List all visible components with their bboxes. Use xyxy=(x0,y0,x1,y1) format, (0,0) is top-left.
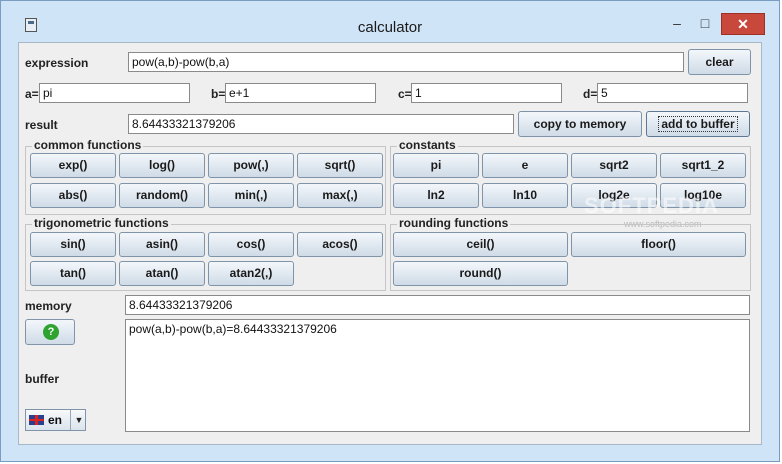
variable-b-label: b= xyxy=(211,87,226,101)
help-icon: ? xyxy=(43,324,59,340)
log-button[interactable]: log() xyxy=(119,153,205,178)
add-to-buffer-button[interactable]: add to buffer xyxy=(646,111,750,137)
minimize-button[interactable]: – xyxy=(664,13,690,35)
window-title: calculator xyxy=(357,19,423,36)
ceil-button[interactable]: ceil() xyxy=(393,232,568,257)
result-label: result xyxy=(25,118,58,132)
variable-b-input[interactable]: e+1 xyxy=(225,83,376,103)
random-button[interactable]: random() xyxy=(119,183,205,208)
abs-button[interactable]: abs() xyxy=(30,183,116,208)
calculator-window: calculator – □ ✕ expression pow(a,b)-pow… xyxy=(0,0,780,462)
e-button[interactable]: e xyxy=(482,153,568,178)
round-button[interactable]: round() xyxy=(393,261,568,286)
ln10-button[interactable]: ln10 xyxy=(482,183,568,208)
trigonometric-functions-title: trigonometric functions xyxy=(32,216,171,230)
rounding-functions-title: rounding functions xyxy=(397,216,511,230)
variable-c-input[interactable]: 1 xyxy=(411,83,562,103)
buffer-textarea[interactable]: pow(a,b)-pow(b,a)=8.64433321379206 xyxy=(125,319,750,432)
max-button[interactable]: max(,) xyxy=(297,183,383,208)
cos-button[interactable]: cos() xyxy=(208,232,294,257)
copy-to-memory-button[interactable]: copy to memory xyxy=(518,111,642,137)
variable-d-input[interactable]: 5 xyxy=(597,83,748,103)
memory-field[interactable]: 8.64433321379206 xyxy=(125,295,750,315)
atan2-button[interactable]: atan2(,) xyxy=(208,261,294,286)
variable-a-input[interactable]: pi xyxy=(39,83,190,103)
softpedia-watermark: SOFTPEDIA xyxy=(584,193,719,218)
calculator-panel: expression pow(a,b)-pow(b,a) clear a= pi… xyxy=(18,42,762,445)
expression-label: expression xyxy=(25,56,89,70)
sqrt2-button[interactable]: sqrt2 xyxy=(571,153,657,178)
maximize-button[interactable]: □ xyxy=(692,13,718,35)
language-value: en xyxy=(48,413,63,427)
tan-button[interactable]: tan() xyxy=(30,261,116,286)
variable-d-label: d= xyxy=(583,87,598,101)
constants-title: constants xyxy=(397,138,458,152)
language-select[interactable]: en ▼ xyxy=(25,409,86,431)
min-button[interactable]: min(,) xyxy=(208,183,294,208)
asin-button[interactable]: asin() xyxy=(119,232,205,257)
atan-button[interactable]: atan() xyxy=(119,261,205,286)
acos-button[interactable]: acos() xyxy=(297,232,383,257)
uk-flag-icon xyxy=(29,415,44,425)
result-field[interactable]: 8.64433321379206 xyxy=(128,114,514,134)
expression-input[interactable]: pow(a,b)-pow(b,a) xyxy=(128,52,684,72)
add-to-buffer-label: add to buffer xyxy=(658,116,738,132)
sqrt1-2-button[interactable]: sqrt1_2 xyxy=(660,153,746,178)
variable-c-label: c= xyxy=(398,87,412,101)
title-bar: calculator – □ ✕ xyxy=(1,1,779,41)
clear-button[interactable]: clear xyxy=(688,49,751,75)
memory-label: memory xyxy=(25,299,72,313)
floor-button[interactable]: floor() xyxy=(571,232,746,257)
ln2-button[interactable]: ln2 xyxy=(393,183,479,208)
chevron-down-icon[interactable]: ▼ xyxy=(70,410,87,430)
pi-button[interactable]: pi xyxy=(393,153,479,178)
help-button[interactable]: ? xyxy=(25,319,75,345)
sqrt-button[interactable]: sqrt() xyxy=(297,153,383,178)
close-button[interactable]: ✕ xyxy=(721,13,765,35)
sin-button[interactable]: sin() xyxy=(30,232,116,257)
buffer-label: buffer xyxy=(25,372,59,386)
variable-a-label: a= xyxy=(25,87,39,101)
pow-button[interactable]: pow(,) xyxy=(208,153,294,178)
common-functions-title: common functions xyxy=(32,138,144,152)
exp-button[interactable]: exp() xyxy=(30,153,116,178)
